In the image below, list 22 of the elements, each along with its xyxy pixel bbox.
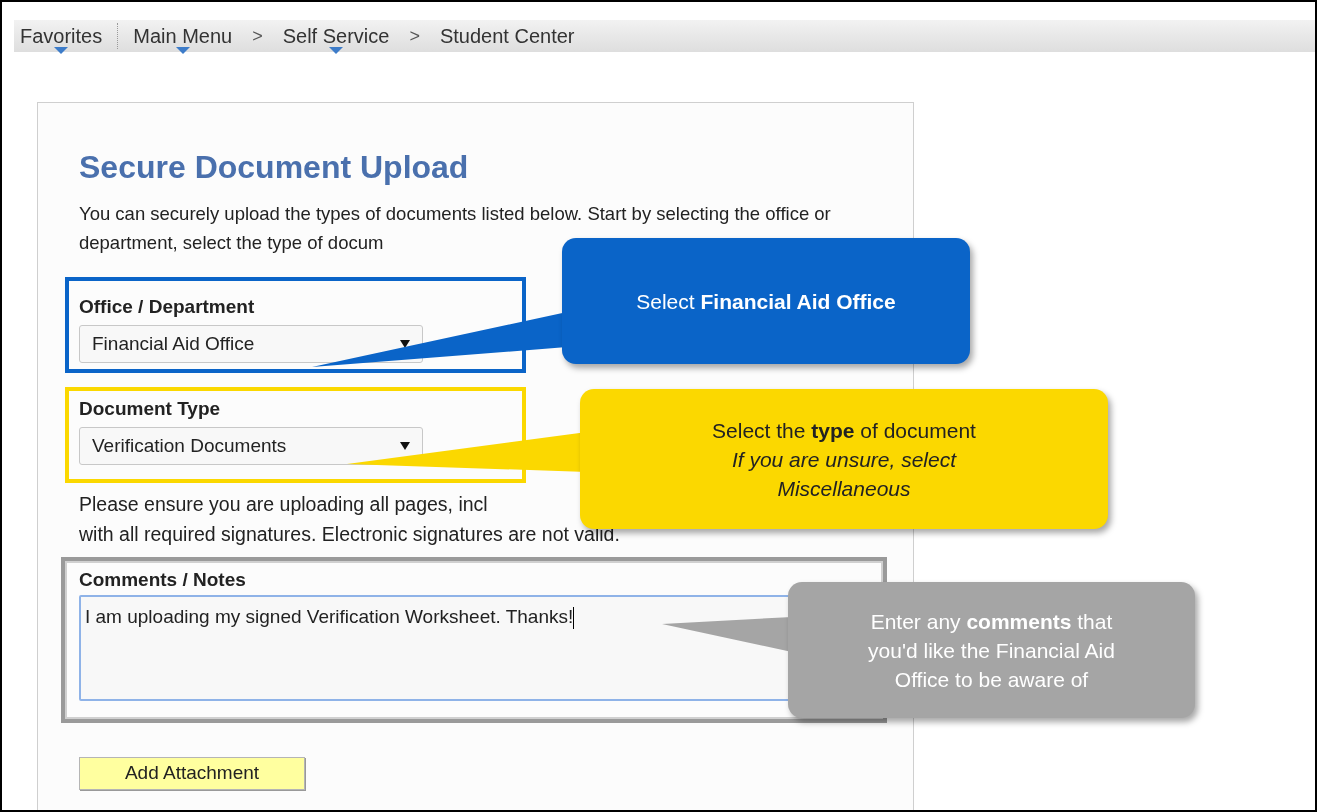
field-label: Office / Department <box>79 295 256 319</box>
dropdown-caret-icon <box>54 47 69 54</box>
instruction-text: Please ensure you are uploading all pages, incl <box>79 492 488 517</box>
select-field[interactable]: Verification Documents <box>79 427 423 465</box>
dropdown-arrow-icon <box>400 340 410 348</box>
add-attachment-button[interactable]: Add Attachment <box>79 757 305 790</box>
breadcrumb-link[interactable]: Self Service <box>276 20 396 52</box>
select-field[interactable]: Financial Aid Office <box>79 325 423 363</box>
breadcrumb-link[interactable]: Favorites <box>14 20 109 52</box>
field-label: Document Type <box>79 397 222 421</box>
dropdown-caret-icon <box>329 47 344 54</box>
page-title: Secure Document Upload <box>79 148 470 187</box>
dropdown-arrow-icon <box>400 442 410 450</box>
breadcrumb-separator: > <box>409 24 420 48</box>
breadcrumb-link[interactable]: Student Center <box>433 20 581 52</box>
callout: Enter any comments that you'd like the Financial Aid Office to be aware of <box>788 582 1195 718</box>
dropdown-caret-icon <box>175 47 190 54</box>
breadcrumb-separator: > <box>252 24 263 48</box>
callout: Select Financial Aid Office <box>562 238 970 364</box>
field-label: Comments / Notes <box>79 569 247 591</box>
breadcrumb-link[interactable]: Main Menu <box>127 20 239 52</box>
callout: Select the type of document If you are unsure, select Miscellaneous <box>580 389 1108 529</box>
